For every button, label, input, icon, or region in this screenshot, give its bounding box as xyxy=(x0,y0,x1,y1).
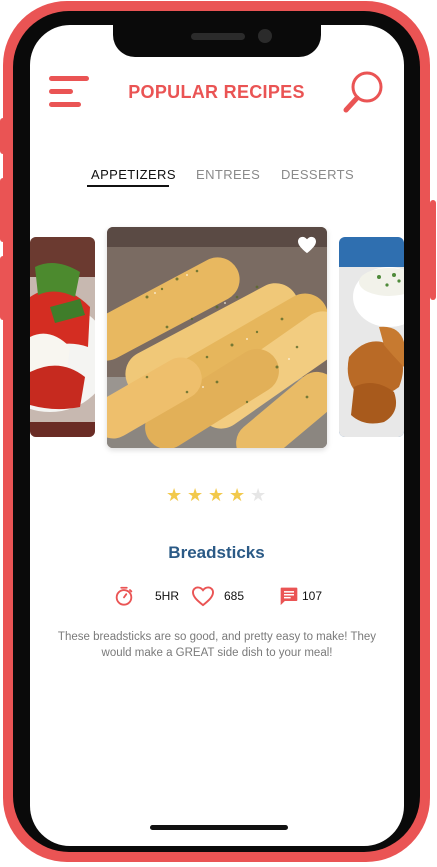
recipe-card-next[interactable] xyxy=(339,237,404,437)
phone-side-button xyxy=(0,118,6,154)
category-tabs: APPETIZERS ENTREES DESSERTS xyxy=(0,167,437,191)
search-button[interactable] xyxy=(342,70,386,114)
search-icon xyxy=(343,71,383,113)
comment-icon[interactable] xyxy=(279,586,299,606)
star-icon-filled: ★ xyxy=(208,485,225,505)
star-icon-filled: ★ xyxy=(166,485,183,505)
heart-icon[interactable] xyxy=(191,586,215,607)
star-icon-filled: ★ xyxy=(229,485,246,505)
phone-power-button xyxy=(430,200,436,300)
active-tab-indicator xyxy=(87,185,169,187)
star-icon-filled: ★ xyxy=(187,485,204,505)
speaker-grille xyxy=(191,33,245,40)
cook-time: 5HR xyxy=(155,589,180,603)
tab-appetizers[interactable]: APPETIZERS xyxy=(91,167,176,182)
comments-count: 107 xyxy=(302,589,323,603)
star-icon-empty: ★ xyxy=(250,485,267,505)
front-camera xyxy=(258,29,272,43)
recipe-card-current[interactable] xyxy=(107,227,327,448)
favorite-button[interactable] xyxy=(297,236,317,254)
breadsticks-image xyxy=(107,227,327,448)
heart-icon xyxy=(298,236,316,254)
timer-icon xyxy=(115,586,133,606)
home-indicator[interactable] xyxy=(150,825,288,830)
tab-entrees[interactable]: ENTREES xyxy=(196,167,260,182)
phone-notch xyxy=(113,25,321,57)
likes-count: 685 xyxy=(224,589,245,603)
chicken-wings-image xyxy=(339,237,404,437)
recipe-card-previous[interactable] xyxy=(30,237,95,437)
caprese-salad-image xyxy=(30,237,95,437)
phone-side-button xyxy=(0,256,6,320)
recipe-description: These breadsticks are so good, and prett… xyxy=(57,631,377,659)
tab-desserts[interactable]: DESSERTS xyxy=(281,167,354,182)
recipe-title: Breadsticks xyxy=(168,543,265,562)
